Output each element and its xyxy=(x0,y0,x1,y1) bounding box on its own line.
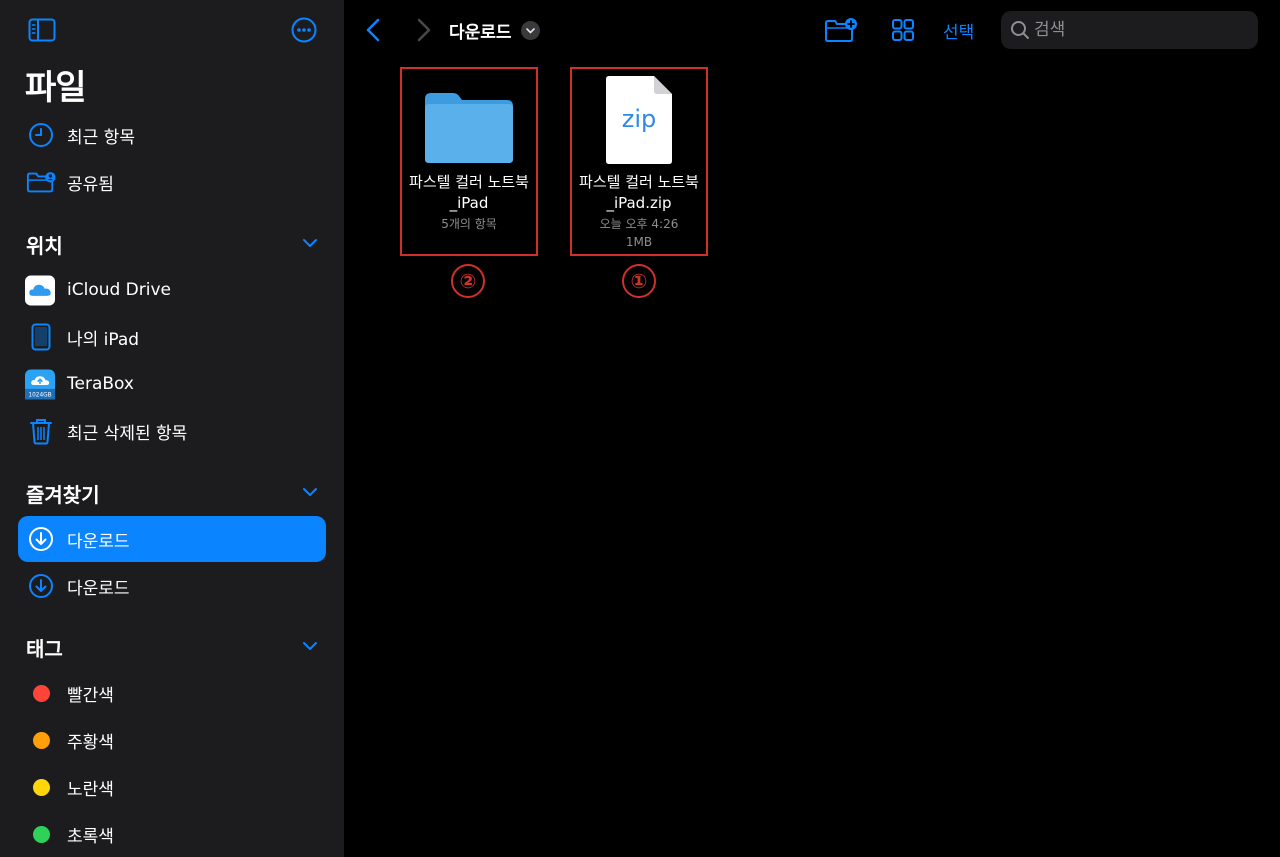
tag-dot-icon xyxy=(32,731,50,749)
section-title-locations: 위치 xyxy=(26,234,63,258)
search-icon xyxy=(1011,21,1029,39)
sidebar-item-recents[interactable]: 최근 항목 xyxy=(18,112,326,158)
terabox-capacity: 1024GB xyxy=(28,392,51,398)
chevron-down-icon[interactable] xyxy=(300,233,320,253)
sidebar-item-label: 다운로드 xyxy=(67,531,130,552)
sidebar-item-tag-red[interactable]: 빨간색 xyxy=(18,670,326,716)
sidebar-item-recently-deleted[interactable]: 최근 삭제된 항목 xyxy=(18,408,326,454)
grid-view-icon[interactable] xyxy=(889,16,917,44)
sidebar-item-label: TeraBox xyxy=(67,374,134,394)
sidebar-title: 파일 xyxy=(25,68,87,108)
chevron-down-icon xyxy=(526,28,535,34)
file-name-line: _iPad xyxy=(449,194,489,212)
annotation-marker-2: ② xyxy=(451,264,485,298)
file-item-zip[interactable]: zip 파스텔 컬러 노트북 _iPad.zip 오늘 오후 4:26 1MB xyxy=(570,67,708,256)
ipad-icon xyxy=(26,322,56,352)
file-meta: 5개의 항목 xyxy=(441,217,497,231)
sidebar-item-label: 주황색 xyxy=(67,732,114,753)
sidebar-item-tag-orange[interactable]: 주황색 xyxy=(18,717,326,763)
icloud-icon xyxy=(25,275,55,305)
sidebar-item-label: 나의 iPad xyxy=(67,329,140,350)
search-field[interactable] xyxy=(1001,11,1258,49)
section-title-tags: 태그 xyxy=(26,637,63,661)
sidebar-item-label: 다운로드 xyxy=(67,578,130,599)
tag-dot-icon xyxy=(32,684,50,702)
section-title-favorites: 즐겨찾기 xyxy=(26,483,100,507)
sidebar-toggle-icon[interactable] xyxy=(27,15,57,45)
download-icon xyxy=(26,524,56,554)
sidebar-item-my-ipad[interactable]: 나의 iPad xyxy=(18,314,326,360)
file-size: 1MB xyxy=(625,235,653,249)
file-name-line: 파스텔 컬러 노트북 xyxy=(579,173,699,191)
tag-dot-icon xyxy=(32,825,50,843)
sidebar-item-tag-yellow[interactable]: 노란색 xyxy=(18,764,326,810)
clock-icon xyxy=(26,120,56,150)
sidebar-item-terabox[interactable]: 1024GB TeraBox xyxy=(18,361,326,407)
annotation-marker-1: ① xyxy=(622,264,656,298)
search-input[interactable] xyxy=(1034,11,1249,49)
sidebar-item-label: 빨간색 xyxy=(67,685,114,706)
sidebar-item-label: 초록색 xyxy=(67,826,114,847)
file-item-folder[interactable]: 파스텔 컬러 노트북 _iPad 5개의 항목 xyxy=(400,67,538,256)
folder-icon xyxy=(425,93,513,163)
terabox-icon: 1024GB xyxy=(25,369,55,399)
shared-folder-icon xyxy=(26,167,56,197)
more-options-icon[interactable] xyxy=(289,15,319,45)
tag-dot-icon xyxy=(32,778,50,796)
sidebar-item-downloads-selected[interactable]: 다운로드 xyxy=(18,516,326,562)
new-folder-icon[interactable] xyxy=(823,15,859,45)
chevron-down-icon[interactable] xyxy=(300,482,320,502)
sidebar-item-label: iCloud Drive xyxy=(67,280,172,300)
file-date: 오늘 오후 4:26 xyxy=(599,217,679,231)
breadcrumb: 다운로드 xyxy=(449,23,512,43)
download-icon xyxy=(26,571,56,601)
trash-icon xyxy=(26,416,56,446)
forward-icon[interactable] xyxy=(413,16,435,44)
file-type-label: zip xyxy=(622,105,657,133)
sidebar-item-icloud-drive[interactable]: iCloud Drive xyxy=(18,267,326,313)
sidebar-item-label: 공유됨 xyxy=(67,174,114,195)
sidebar-item-tag-green[interactable]: 초록색 xyxy=(18,811,326,857)
file-name-line: 파스텔 컬러 노트북 xyxy=(409,173,529,191)
sidebar-item-label: 노란색 xyxy=(67,779,114,800)
select-button[interactable]: 선택 xyxy=(943,18,974,43)
sidebar-item-downloads[interactable]: 다운로드 xyxy=(18,563,326,609)
sidebar-item-label: 최근 삭제된 항목 xyxy=(67,423,188,444)
chevron-down-icon[interactable] xyxy=(300,636,320,656)
file-name-line: _iPad.zip xyxy=(606,194,672,212)
sidebar: 파일 최근 항목 공유됨 위치 iCloud Drive 나의 iPad 102… xyxy=(0,0,344,857)
sidebar-item-label: 최근 항목 xyxy=(67,127,135,148)
back-icon[interactable] xyxy=(362,16,384,44)
zip-file-icon: zip xyxy=(606,76,672,164)
breadcrumb-menu-button[interactable] xyxy=(521,21,540,40)
sidebar-item-shared[interactable]: 공유됨 xyxy=(18,159,326,205)
